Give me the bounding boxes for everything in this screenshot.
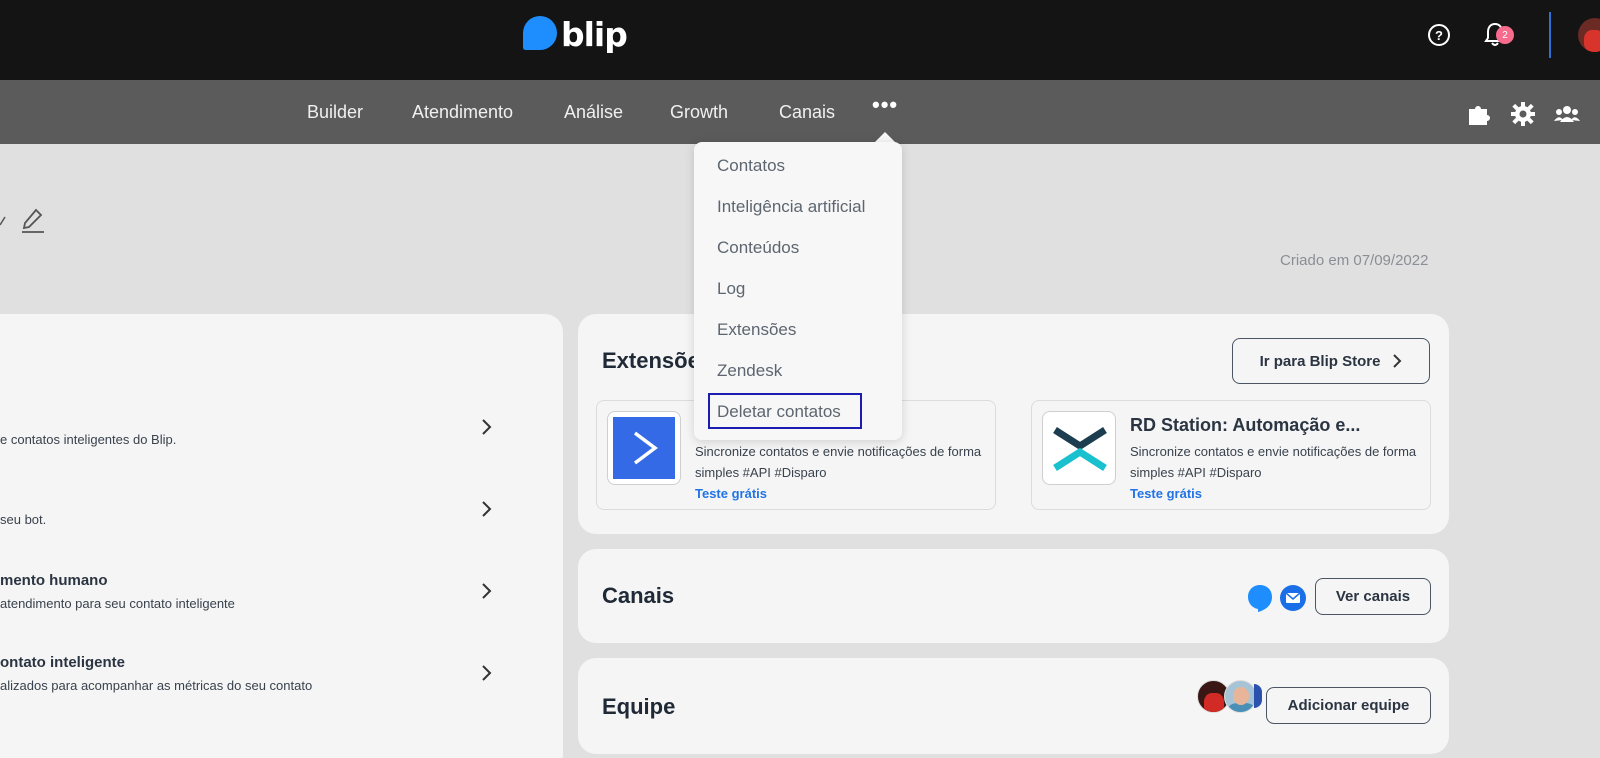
view-channels-button[interactable]: Ver canais (1315, 578, 1431, 615)
row-3-title: mento humano (0, 572, 108, 589)
chevron-right-icon[interactable] (480, 418, 494, 436)
menu-item-contatos[interactable]: Contatos (717, 156, 785, 176)
team-member-avatar (1254, 684, 1262, 708)
menu-item-inteligencia-artificial[interactable]: Inteligência artificial (717, 197, 865, 217)
blip-logo-icon (523, 16, 557, 50)
chevron-right-icon[interactable] (480, 582, 494, 600)
nav-more-button[interactable]: ••• (872, 94, 898, 116)
rd-station-logo-icon (1053, 427, 1107, 471)
view-channels-label: Ver canais (1335, 588, 1411, 605)
pencil-icon[interactable] (20, 206, 46, 234)
email-icon (1280, 585, 1306, 611)
nav-builder[interactable]: Builder (307, 102, 363, 123)
nav-growth[interactable]: Growth (670, 102, 728, 123)
menu-item-conteudos[interactable]: Conteúdos (717, 238, 799, 258)
help-circle-icon[interactable]: ? (1428, 24, 1450, 46)
extension-trial-link[interactable]: Teste grátis (1130, 486, 1202, 501)
menu-item-log[interactable]: Log (717, 279, 745, 299)
row-1-desc: e contatos inteligentes do Blip. (0, 432, 177, 447)
gear-icon[interactable] (1510, 101, 1536, 127)
team-member-avatar (1224, 680, 1257, 713)
extension-logo (1042, 411, 1116, 485)
row-2-desc: seu bot. (0, 512, 47, 527)
activecampaign-logo-icon (613, 417, 675, 479)
team-card: Equipe Adicionar equipe (578, 658, 1449, 754)
brand-name: blip (561, 14, 628, 54)
team-title: Equipe (602, 694, 676, 719)
add-team-button[interactable]: Adicionar equipe (1266, 687, 1431, 724)
nav-canais[interactable]: Canais (779, 102, 835, 123)
user-avatar[interactable] (1578, 18, 1600, 52)
extension-logo (607, 411, 681, 485)
partial-icon (0, 216, 6, 226)
extension-trial-link[interactable]: Teste grátis (695, 486, 767, 501)
created-date: Criado em 07/09/2022 (1280, 252, 1429, 269)
top-bar: blip ? 2 (0, 0, 1600, 80)
users-icon[interactable] (1554, 101, 1580, 127)
blip-logo[interactable]: blip (523, 14, 628, 54)
chevron-right-icon[interactable] (480, 500, 494, 518)
overview-card: e contatos inteligentes do Blip. seu bot… (0, 314, 563, 758)
add-team-label: Adicionar equipe (1287, 697, 1410, 714)
help-glyph: ? (1435, 27, 1443, 43)
highlight-box (708, 393, 862, 429)
topbar-divider (1549, 12, 1551, 58)
channels-card: Canais Ver canais (578, 549, 1449, 643)
channels-title: Canais (602, 583, 675, 608)
notification-badge: 2 (1496, 26, 1514, 44)
blip-chat-icon (1248, 585, 1272, 612)
row-3-desc: atendimento para seu contato inteligente (0, 596, 235, 611)
chevron-right-icon[interactable] (480, 664, 494, 682)
menu-item-extensoes[interactable]: Extensões (717, 320, 796, 340)
extension-desc: Sincronize contatos e envie notificações… (695, 444, 982, 480)
puzzle-icon[interactable] (1466, 101, 1492, 127)
extension-item[interactable]: RD Station: Automação e... Sincronize co… (1031, 400, 1431, 510)
blip-store-button[interactable]: Ir para Blip Store (1232, 338, 1430, 384)
row-4-desc: alizados para acompanhar as métricas do … (0, 678, 313, 693)
extension-desc: Sincronize contatos e envie notificações… (1130, 444, 1417, 480)
nav-analise[interactable]: Análise (564, 102, 623, 123)
nav-atendimento[interactable]: Atendimento (412, 102, 513, 123)
menu-item-zendesk[interactable]: Zendesk (717, 361, 782, 381)
blip-store-button-label: Ir para Blip Store (1259, 352, 1381, 370)
extension-name: RD Station: Automação e... (1130, 415, 1361, 435)
row-4-title: ontato inteligente (0, 654, 125, 671)
chevron-right-icon (1393, 354, 1402, 368)
